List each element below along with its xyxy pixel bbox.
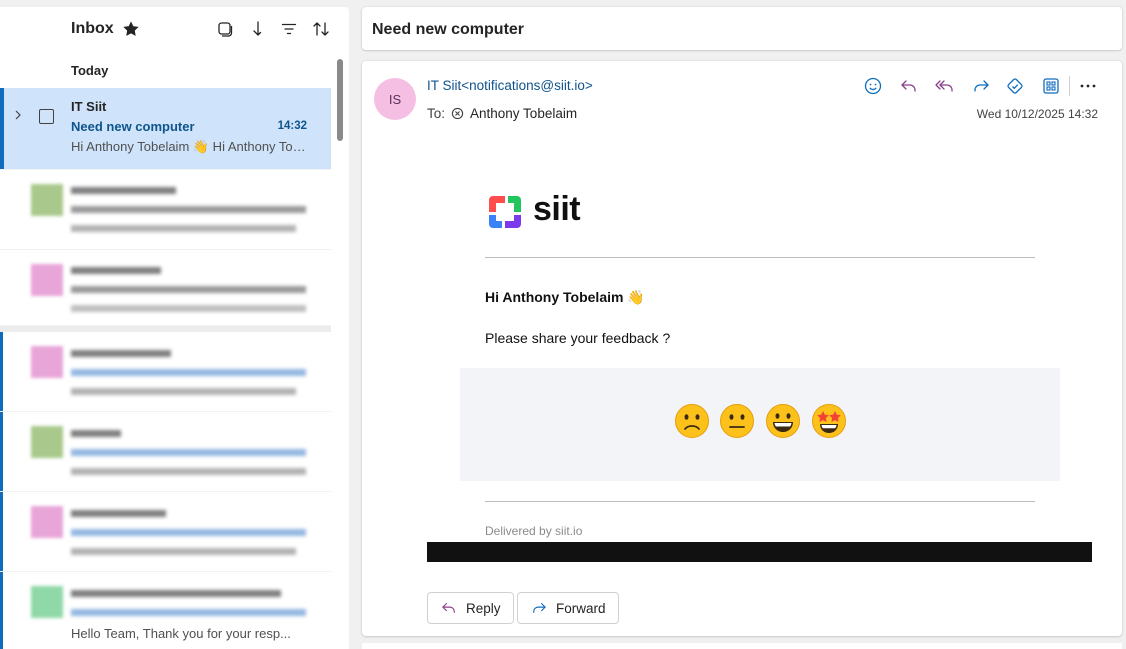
redacted-bar — [427, 542, 1092, 562]
to-label: To: — [427, 106, 446, 121]
conversation-subject-bar: Need new computer — [362, 7, 1122, 50]
feedback-panel — [460, 368, 1060, 481]
avatar — [31, 346, 63, 378]
apps-icon[interactable] — [1040, 75, 1062, 97]
message-checkbox[interactable] — [39, 109, 54, 124]
list-item[interactable] — [0, 412, 331, 492]
list-item[interactable] — [0, 332, 331, 412]
toolbar-divider — [1069, 76, 1070, 96]
footer-divider — [485, 501, 1035, 502]
avatar — [31, 586, 63, 618]
filter-icon[interactable] — [280, 20, 298, 38]
delivered-by-text: Delivered by siit.io — [485, 524, 583, 538]
list-item[interactable]: Hello Team, Thank you for your resp... — [0, 572, 331, 649]
message-preview: Hi Anthony Tobelaim 👋 Hi Anthony Tobelai… — [71, 139, 311, 154]
rating-happy-icon[interactable] — [765, 403, 801, 439]
folder-title: Inbox — [71, 20, 114, 37]
message-sender: IT Siit — [71, 99, 107, 114]
select-mode-icon[interactable] — [216, 20, 234, 38]
list-scrollbar[interactable] — [337, 59, 343, 141]
avatar — [31, 506, 63, 538]
reading-pane: IS IT Siit<notifications@siit.io> To: An… — [362, 61, 1122, 636]
feedback-prompt: Please share your feedback ? — [485, 330, 671, 346]
greeting-text: Hi Anthony Tobelaim 👋 — [485, 289, 645, 305]
reply-button[interactable]: Reply — [427, 592, 514, 624]
forward-label: Forward — [556, 600, 606, 616]
emoji-reaction-icon[interactable] — [862, 75, 884, 97]
siit-logo: siit — [485, 190, 587, 234]
conversation-subject: Need new computer — [372, 21, 525, 38]
loop-component-icon[interactable] — [1004, 75, 1026, 97]
rating-sad-icon[interactable] — [674, 403, 710, 439]
list-item[interactable] — [0, 170, 331, 250]
siit-logo-mark-icon — [489, 196, 521, 228]
jump-to-icon[interactable] — [248, 20, 266, 38]
list-item[interactable] — [0, 492, 331, 572]
recipient-name[interactable]: Anthony Tobelaim — [470, 106, 577, 121]
reply-icon — [442, 603, 455, 613]
reply-icon[interactable] — [898, 75, 920, 97]
recipient-status-icon — [451, 107, 464, 120]
next-message-edge — [362, 643, 1122, 649]
reply-label: Reply — [466, 600, 501, 616]
message-subject: Need new computer — [71, 119, 195, 134]
section-header-today: Today — [71, 63, 109, 78]
reply-all-icon[interactable] — [934, 75, 956, 97]
forward-icon[interactable] — [970, 75, 992, 97]
forward-button[interactable]: Forward — [517, 592, 619, 624]
body-divider — [485, 257, 1035, 258]
avatar — [31, 264, 63, 296]
message-list-pane: Inbox Today IT Siit Need new computer 14… — [0, 7, 349, 649]
rating-star-struck-icon[interactable] — [811, 403, 847, 439]
chevron-right-icon[interactable] — [12, 109, 24, 121]
forward-icon — [533, 603, 546, 613]
sort-icon[interactable] — [312, 20, 330, 38]
list-item[interactable] — [0, 250, 331, 326]
rating-neutral-icon[interactable] — [719, 403, 755, 439]
logo-wordmark: siit — [533, 190, 581, 228]
avatar — [31, 426, 63, 458]
message-date: Wed 10/12/2025 14:32 — [976, 107, 1098, 121]
more-actions-icon[interactable] — [1077, 75, 1099, 97]
favorite-star-icon[interactable] — [122, 20, 140, 38]
sender-address[interactable]: IT Siit<notifications@siit.io> — [427, 78, 593, 93]
avatar — [31, 184, 63, 216]
recipient-line: To: Anthony Tobelaim — [427, 106, 577, 121]
sender-avatar[interactable]: IS — [374, 78, 416, 120]
list-item-selected[interactable]: IT Siit Need new computer 14:32 Hi Antho… — [0, 88, 331, 170]
message-time: 14:32 — [277, 120, 307, 132]
message-preview: Hello Team, Thank you for your resp... — [71, 626, 291, 641]
list-header: Inbox — [0, 7, 349, 51]
